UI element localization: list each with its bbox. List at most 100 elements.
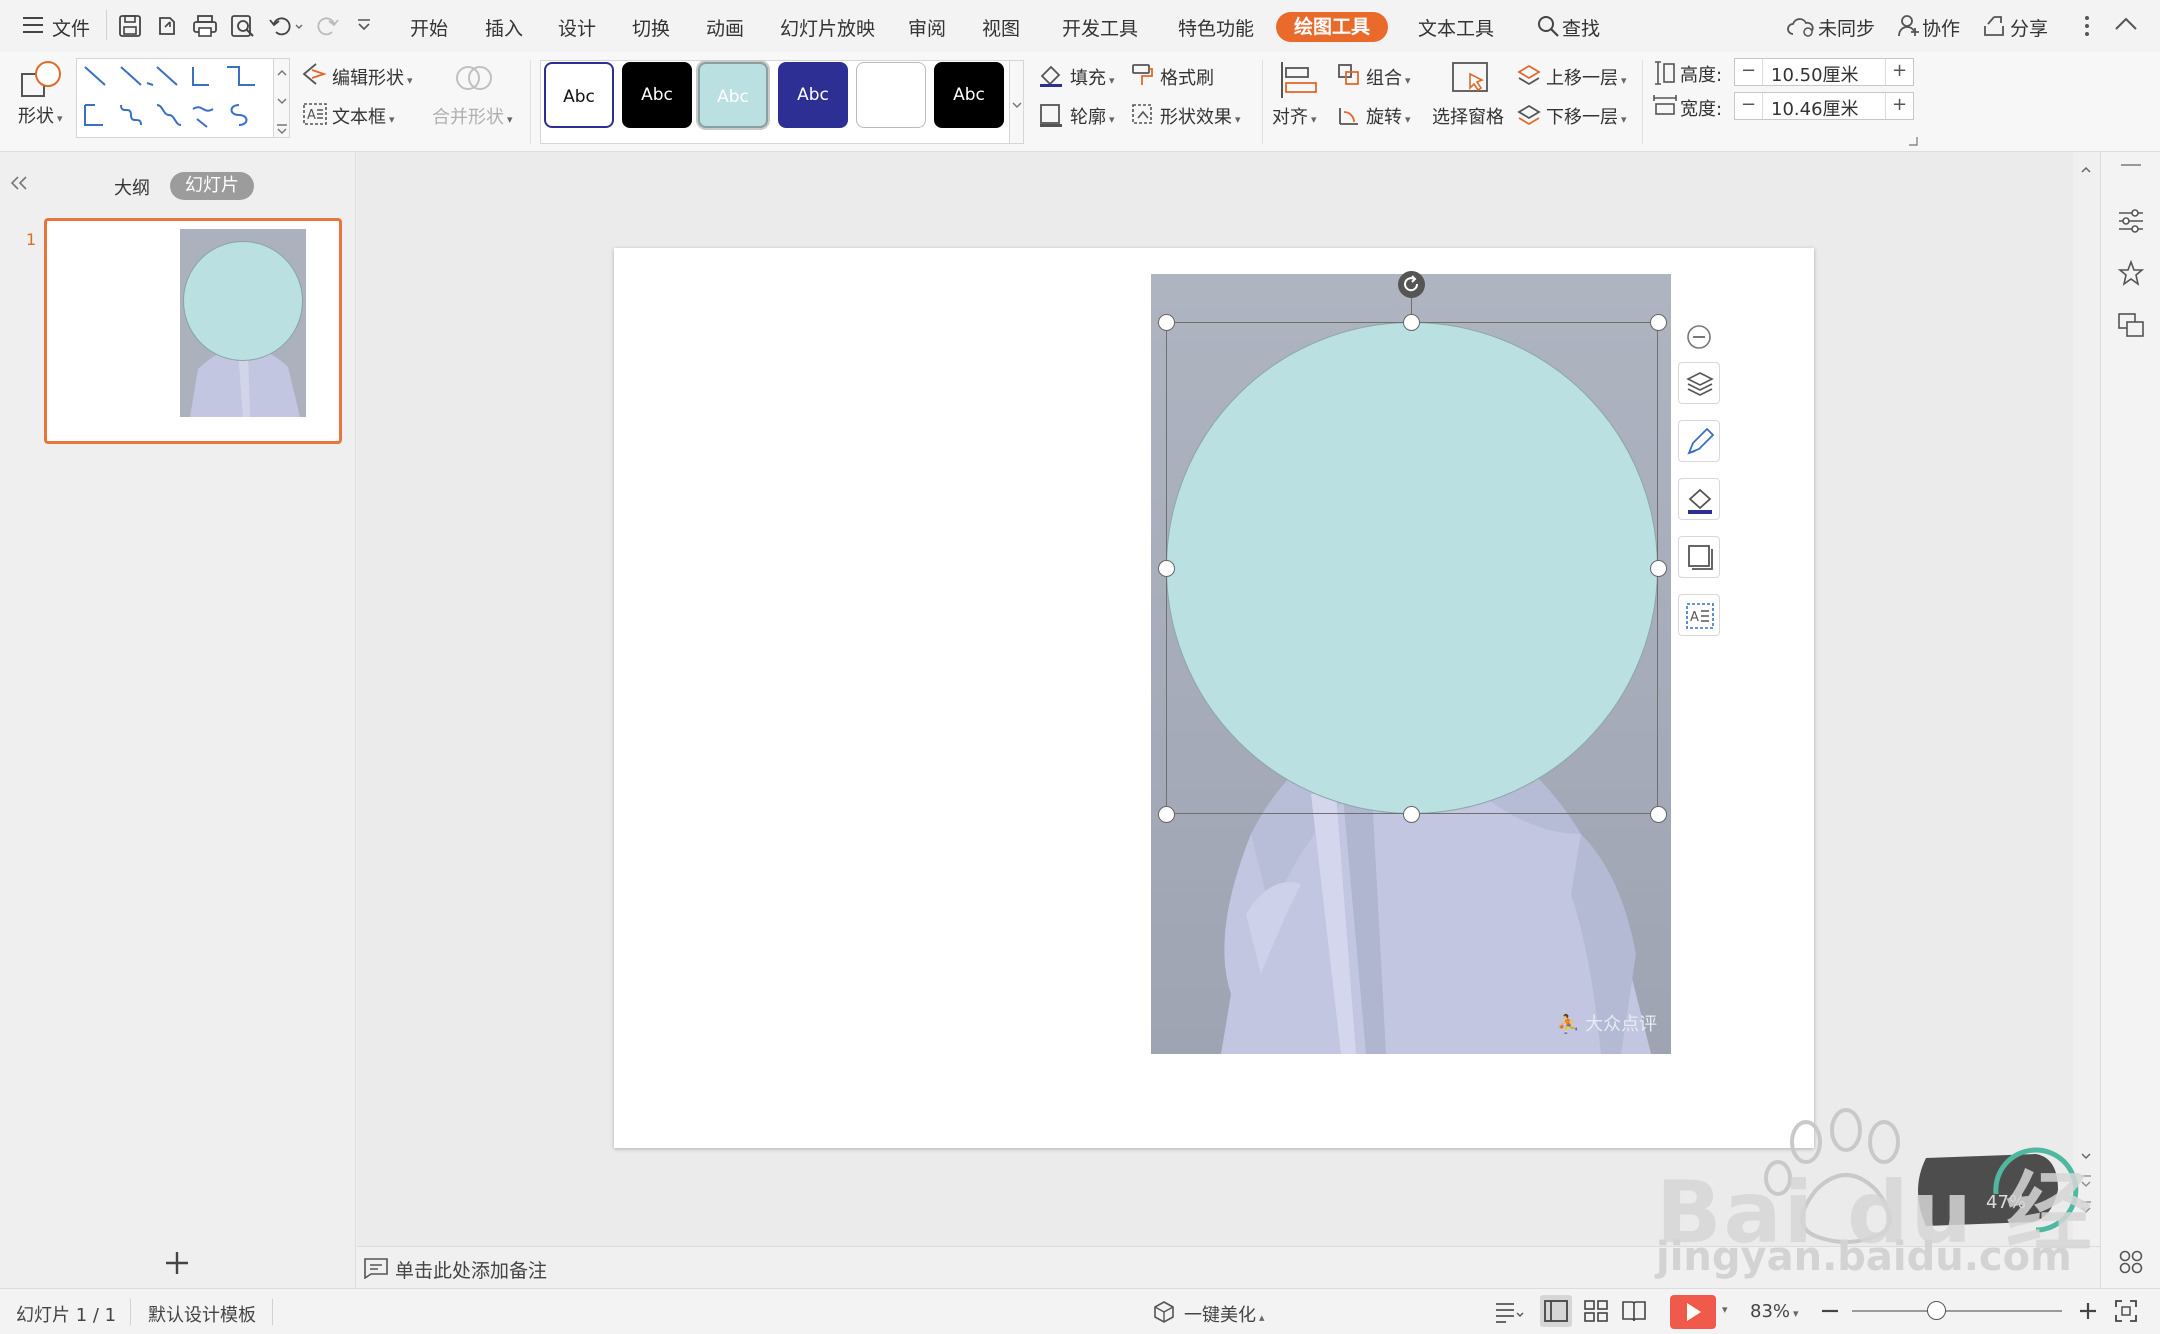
- share-icon[interactable]: [1982, 14, 2006, 38]
- layers-icon[interactable]: [1679, 363, 1721, 405]
- height-spinbox[interactable]: − 10.50厘米 +: [1734, 58, 1914, 86]
- collapse-toolbar-icon[interactable]: [1686, 324, 1712, 350]
- zoom-slider-track[interactable]: [1852, 1310, 2062, 1312]
- styles-scroll[interactable]: [1010, 60, 1024, 144]
- style-black[interactable]: Abc: [622, 62, 692, 128]
- dialog-launcher-icon[interactable]: [1908, 136, 1918, 146]
- selection-pane-button[interactable]: 选择窗格: [1432, 103, 1504, 129]
- search-icon[interactable]: [1536, 14, 1560, 38]
- textbox-icon[interactable]: A: [302, 102, 328, 126]
- format-painter-icon[interactable]: [1130, 62, 1156, 88]
- resize-handle-left[interactable]: [1158, 560, 1175, 577]
- cloud-sync-icon[interactable]: [1786, 16, 1816, 38]
- text-wrap-tool[interactable]: A: [1678, 594, 1720, 636]
- selection-pane-icon[interactable]: [1450, 60, 1490, 98]
- hamburger-menu-icon[interactable]: [22, 16, 44, 34]
- rotate-handle-icon[interactable]: [1398, 271, 1425, 298]
- tab-special-features[interactable]: 特色功能: [1178, 14, 1254, 41]
- group-button[interactable]: 组合 ▾: [1366, 64, 1411, 90]
- resize-handle-bottom-right[interactable]: [1650, 806, 1667, 823]
- collaborate-icon[interactable]: [1898, 14, 1920, 38]
- sync-status[interactable]: 未同步: [1818, 14, 1875, 41]
- play-icon[interactable]: [1670, 1295, 1716, 1329]
- resize-handle-top[interactable]: [1403, 314, 1420, 331]
- normal-view-icon[interactable]: [1540, 1295, 1572, 1327]
- add-slide-icon[interactable]: [164, 1250, 190, 1276]
- vertical-scrollbar[interactable]: [2073, 152, 2100, 1246]
- resize-handle-bottom-left[interactable]: [1158, 806, 1175, 823]
- style-dark-blue[interactable]: Abc: [778, 62, 848, 128]
- animation-pane-icon[interactable]: [2117, 260, 2145, 288]
- slide-switch-icon[interactable]: [2117, 312, 2145, 340]
- shape-button[interactable]: 形状 ▾: [18, 102, 63, 128]
- undo-icon[interactable]: [268, 14, 304, 38]
- tab-developer[interactable]: 开发工具: [1062, 14, 1138, 41]
- collaborate-button[interactable]: 协作: [1922, 14, 1960, 41]
- notes-bar[interactable]: 单击此处添加备注: [357, 1246, 2100, 1288]
- zoom-in-icon[interactable]: [2078, 1301, 2098, 1321]
- resize-handle-top-right[interactable]: [1650, 314, 1667, 331]
- shapes-gallery[interactable]: [76, 58, 274, 138]
- reading-view-icon[interactable]: [1620, 1297, 1648, 1325]
- tab-transition[interactable]: 切换: [632, 14, 670, 41]
- redo-icon[interactable]: [316, 14, 340, 38]
- play-dropdown-icon[interactable]: ▾: [1722, 1303, 1728, 1316]
- save-icon[interactable]: [118, 14, 142, 38]
- zoom-slider-thumb[interactable]: [1927, 1301, 1946, 1320]
- rotate-handle[interactable]: [1398, 271, 1425, 298]
- tab-home[interactable]: 开始: [410, 14, 448, 41]
- bring-forward-button[interactable]: 上移一层 ▾: [1546, 64, 1627, 90]
- notes-placeholder[interactable]: 单击此处添加备注: [395, 1256, 547, 1283]
- shapes-icon[interactable]: [20, 60, 64, 100]
- line-shapes-icon[interactable]: [77, 59, 275, 139]
- fill-tool[interactable]: [1678, 478, 1720, 520]
- shape-effect-tool[interactable]: [1678, 536, 1720, 578]
- normal-view-button[interactable]: [1540, 1295, 1572, 1327]
- outline-style-tool[interactable]: [1678, 420, 1720, 462]
- zoom-out-icon[interactable]: [1820, 1301, 1840, 1321]
- height-increment-button[interactable]: +: [1885, 59, 1913, 85]
- beautify-button[interactable]: 一键美化 ▴: [1184, 1301, 1265, 1327]
- width-decrement-button[interactable]: −: [1735, 93, 1763, 119]
- tab-insert[interactable]: 插入: [485, 14, 523, 41]
- tab-design[interactable]: 设计: [558, 14, 596, 41]
- outline-tab[interactable]: 大纲: [114, 174, 150, 200]
- print-icon[interactable]: [192, 14, 218, 38]
- layers-tool[interactable]: [1678, 362, 1720, 404]
- align-icon[interactable]: [1278, 60, 1318, 100]
- shape-effect-button[interactable]: 形状效果 ▾: [1160, 103, 1241, 129]
- fill-bucket-icon[interactable]: [1679, 479, 1721, 521]
- zoom-level[interactable]: 83% ▾: [1750, 1301, 1799, 1322]
- shadow-icon[interactable]: [1679, 537, 1721, 579]
- tab-view[interactable]: 视图: [982, 14, 1020, 41]
- height-decrement-button[interactable]: −: [1735, 59, 1763, 85]
- slides-tab[interactable]: 幻灯片: [170, 172, 254, 200]
- shape-effect-icon[interactable]: [1130, 102, 1156, 128]
- width-spinbox[interactable]: − 10.46厘米 +: [1734, 92, 1914, 120]
- collapse-ribbon-icon[interactable]: [2114, 16, 2138, 32]
- share-button[interactable]: 分享: [2010, 14, 2048, 41]
- edit-shape-button[interactable]: 编辑形状 ▾: [332, 64, 413, 90]
- pen-icon[interactable]: [1679, 421, 1721, 463]
- styles-more-icon[interactable]: [1010, 61, 1024, 145]
- resize-handle-top-left[interactable]: [1158, 314, 1175, 331]
- slide-thumbnail[interactable]: [44, 218, 342, 444]
- gallery-scroll[interactable]: [274, 58, 290, 138]
- collapse-panel-icon[interactable]: [10, 176, 28, 190]
- text-wrap-icon[interactable]: A: [1679, 595, 1721, 637]
- tab-drawing-tools[interactable]: 绘图工具: [1276, 12, 1388, 42]
- file-menu[interactable]: 文件: [52, 14, 90, 41]
- tab-slideshow[interactable]: 幻灯片放映: [780, 14, 875, 41]
- fit-window-icon[interactable]: [2114, 1299, 2138, 1323]
- template-name[interactable]: 默认设计模板: [148, 1301, 256, 1327]
- resize-handle-right[interactable]: [1650, 560, 1667, 577]
- width-value[interactable]: 10.46厘米: [1771, 95, 1859, 121]
- tab-text-tools[interactable]: 文本工具: [1418, 14, 1494, 41]
- bring-forward-icon[interactable]: [1516, 62, 1542, 88]
- align-button[interactable]: 对齐 ▾: [1272, 103, 1317, 129]
- edit-shape-icon[interactable]: [302, 62, 328, 86]
- print-preview-icon[interactable]: [230, 14, 256, 38]
- style-black-2[interactable]: Abc: [934, 62, 1004, 128]
- format-painter-button[interactable]: 格式刷: [1160, 64, 1214, 90]
- outline-button[interactable]: 轮廓 ▾: [1070, 103, 1115, 129]
